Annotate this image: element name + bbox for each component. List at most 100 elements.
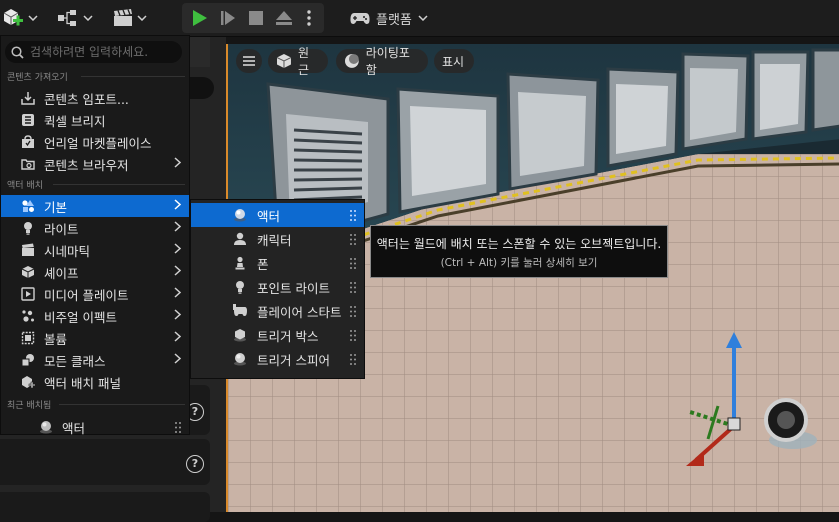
player-start-icon (233, 304, 247, 318)
actor-sphere-icon (233, 208, 247, 222)
platforms-button[interactable]: 플랫폼 (350, 4, 428, 32)
chevron-right-icon (174, 265, 182, 279)
menu-search-box[interactable] (5, 41, 182, 63)
view-mode-label: 라이팅포함 (365, 46, 410, 77)
menu-item-place-actors-panel[interactable]: 액터 배치 패널 (1, 371, 189, 393)
light-bulb-icon (21, 221, 35, 235)
submenu-item-label: 캐릭터 (257, 232, 292, 248)
import-icon (21, 91, 35, 105)
drag-handle-icon[interactable] (350, 353, 356, 368)
volume-icon (21, 331, 35, 345)
submenu-item-pawn[interactable]: 폰 (191, 251, 364, 275)
menu-item-marketplace[interactable]: 언리얼 마켓플레이스 (1, 131, 189, 153)
all-classes-icon (21, 353, 35, 367)
drag-handle-icon[interactable] (350, 281, 356, 296)
menu-item-label: 콘텐츠 브라우저 (44, 157, 129, 173)
cube-icon (21, 265, 35, 279)
drag-handle-icon[interactable] (350, 329, 356, 344)
more-vertical-icon (307, 10, 311, 26)
quick-add-button[interactable] (2, 4, 38, 32)
section-label-content: 콘텐츠 가져오기 (7, 73, 68, 83)
drag-handle-icon[interactable] (350, 257, 356, 272)
stop-button[interactable] (242, 3, 270, 33)
menu-item-content-browser[interactable]: 콘텐츠 브라우저 (1, 153, 189, 175)
help-icon[interactable]: ? (186, 455, 204, 473)
menu-item-label: 볼륨 (44, 331, 68, 347)
submenu-item-point-light[interactable]: 포인트 라이트 (191, 275, 364, 299)
section-divider (53, 184, 185, 185)
eject-icon (276, 11, 292, 25)
section-label-place-actors: 액터 배치 (7, 181, 43, 191)
perspective-button[interactable]: 원근 (268, 46, 328, 77)
viewport-options-button[interactable] (236, 49, 262, 73)
chevron-right-icon (174, 287, 182, 301)
point-light-icon (233, 280, 247, 294)
menu-item-media-plate[interactable]: 미디어 플레이트 (1, 283, 189, 305)
menu-item-basic[interactable]: 기본 (1, 195, 189, 217)
play-button[interactable] (186, 3, 214, 33)
drag-handle-icon[interactable] (350, 233, 356, 248)
section-label-recently-placed: 최근 배치됨 (7, 401, 52, 411)
chevron-right-icon (174, 199, 182, 213)
perspective-label: 원근 (297, 46, 309, 77)
drag-handle-icon[interactable] (175, 422, 181, 433)
gamepad-icon (350, 13, 370, 24)
basic-shapes-icon (21, 199, 35, 213)
show-button[interactable]: 표시 (434, 49, 474, 73)
drag-handle-icon[interactable] (350, 209, 356, 224)
submenu-item-trigger-box[interactable]: 트리거 박스 (191, 323, 364, 347)
menu-item-all-classes[interactable]: 모든 클래스 (1, 349, 189, 371)
perspective-cube-icon (276, 54, 292, 68)
chevron-right-icon (174, 243, 182, 257)
menu-item-label: 시네마틱 (44, 243, 91, 259)
advance-frame-button[interactable] (214, 3, 242, 33)
platforms-label: 플랫폼 (376, 12, 412, 28)
lit-sphere-icon (344, 54, 359, 68)
chevron-right-icon (174, 309, 182, 323)
play-controls (182, 3, 324, 33)
submenu-item-label: 트리거 스피어 (257, 352, 330, 368)
menu-item-label: 모든 클래스 (44, 353, 106, 369)
content-browser-icon (21, 157, 35, 171)
menu-item-cinematic[interactable]: 시네마틱 (1, 239, 189, 261)
main-toolbar: 플랫폼 (0, 0, 839, 37)
tooltip-text: 액터는 월드에 배치 또는 스폰할 수 있는 오브젝트입니다. (376, 237, 662, 251)
submenu-item-actor[interactable]: 액터 (191, 203, 364, 227)
submenu-item-character[interactable]: 캐릭터 (191, 227, 364, 251)
recent-item-actor[interactable]: 액터 (1, 416, 189, 438)
details-section: ? (0, 439, 210, 485)
section-divider (59, 404, 185, 405)
blueprint-graph-icon (58, 10, 76, 26)
show-label: 표시 (442, 54, 465, 69)
pawn-icon (233, 256, 247, 270)
chevron-right-icon (174, 331, 182, 345)
menu-item-label: 셰이프 (44, 265, 79, 281)
submenu-item-trigger-sphere[interactable]: 트리거 스피어 (191, 347, 364, 371)
menu-item-shapes[interactable]: 셰이프 (1, 261, 189, 283)
menu-item-volumes[interactable]: 볼륨 (1, 327, 189, 349)
cinematics-button[interactable] (112, 4, 148, 32)
menu-item-label: 액터 (62, 420, 86, 436)
actor-sphere-icon (39, 420, 53, 434)
section-divider (81, 76, 185, 77)
blueprints-button[interactable] (56, 4, 94, 32)
drag-handle-icon[interactable] (350, 305, 356, 320)
menu-item-quixel-bridge[interactable]: 퀵셀 브리지 (1, 109, 189, 131)
menu-item-import-content[interactable]: 콘텐츠 임포트... (1, 87, 189, 109)
play-options-button[interactable] (298, 3, 320, 33)
submenu-item-player-start[interactable]: 플레이어 스타트 (191, 299, 364, 323)
view-mode-button[interactable]: 라이팅포함 (336, 46, 428, 77)
basic-submenu: 액터 캐릭터 폰 포인트 라이트 플레이어 스타트 트리거 박스 트리거 스피어 (190, 199, 365, 379)
media-plate-icon (21, 287, 35, 301)
menu-item-label: 기본 (44, 199, 68, 215)
menu-item-visual-effects[interactable]: 비주얼 이펙트 (1, 305, 189, 327)
menu-item-label: 언리얼 마켓플레이스 (44, 135, 152, 151)
chevron-down-icon (137, 13, 147, 24)
search-input[interactable] (30, 45, 170, 59)
add-actor-icon (3, 9, 23, 26)
submenu-item-label: 포인트 라이트 (257, 280, 330, 296)
submenu-item-label: 트리거 박스 (257, 328, 319, 344)
chevron-down-icon (83, 13, 93, 24)
menu-item-lights[interactable]: 라이트 (1, 217, 189, 239)
eject-button[interactable] (270, 3, 298, 33)
